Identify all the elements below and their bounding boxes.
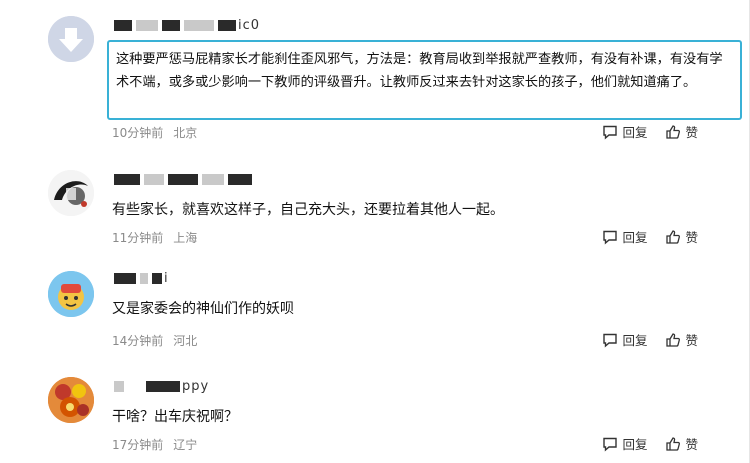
comment-location: 北京 <box>173 126 198 140</box>
comment-text: 有些家长，就喜欢这样子，自己充大头，还要拉着其他人一起。 <box>112 202 504 218</box>
like-label: 赞 <box>685 437 698 452</box>
username-text: i <box>164 271 169 286</box>
comment-text: 又是家委会的神仙们作的妖呗 <box>112 301 294 317</box>
thumbs-up-icon <box>666 436 681 451</box>
reply-button[interactable]: 回复 <box>602 122 647 141</box>
comment-bubble-icon <box>603 125 618 140</box>
reply-label: 回复 <box>622 125 648 140</box>
username[interactable]: i <box>112 271 169 286</box>
comment-bubble-icon <box>603 333 618 348</box>
floral-avatar-icon <box>48 377 94 423</box>
comment-location: 上海 <box>173 231 198 245</box>
username[interactable]: ic0 <box>112 18 260 33</box>
comment-text: 这种要严惩马屁精家长才能刹住歪风邪气，方法是：教育局收到举报就严查教师，有没有补… <box>116 52 723 90</box>
username-text: ic0 <box>238 18 261 33</box>
like-label: 赞 <box>685 125 698 140</box>
username[interactable] <box>112 172 254 187</box>
like-button[interactable]: 赞 <box>665 330 698 349</box>
like-label: 赞 <box>685 230 698 245</box>
comment-actions: 回复 赞 <box>584 434 698 453</box>
like-button[interactable]: 赞 <box>665 122 698 141</box>
comment-time: 11分钟前 <box>112 231 164 245</box>
comment-meta: 14分钟前 河北 <box>112 332 197 349</box>
thumbs-up-icon <box>666 124 681 139</box>
default-avatar-icon <box>48 16 94 62</box>
avatar[interactable] <box>48 271 94 317</box>
reply-label: 回复 <box>622 333 648 348</box>
comment-text: 干啥？出车庆祝啊？ <box>112 409 238 425</box>
username-text: ppy <box>182 379 210 394</box>
username[interactable]: ppy <box>112 379 209 394</box>
comment-meta: 17分钟前 辽宁 <box>112 436 197 453</box>
thumbs-up-icon <box>666 332 681 347</box>
comment-actions: 回复 赞 <box>584 122 698 141</box>
comment-time: 10分钟前 <box>112 126 164 140</box>
avatar[interactable] <box>48 170 94 216</box>
reply-label: 回复 <box>622 230 648 245</box>
reply-label: 回复 <box>622 437 648 452</box>
comment-bubble-icon <box>603 437 618 452</box>
comment-actions: 回复 赞 <box>584 330 698 349</box>
reply-button[interactable]: 回复 <box>602 330 647 349</box>
cartoon-avatar-icon <box>48 271 94 317</box>
comment-location: 辽宁 <box>173 438 198 452</box>
comment-bubble-icon <box>603 230 618 245</box>
comment-meta: 10分钟前 北京 <box>112 124 197 141</box>
thumbs-up-icon <box>666 229 681 244</box>
comment-location: 河北 <box>173 334 198 348</box>
avatar[interactable] <box>48 16 94 62</box>
like-button[interactable]: 赞 <box>665 227 698 246</box>
comment-time: 14分钟前 <box>112 334 164 348</box>
highlighted-comment-text: 这种要严惩马屁精家长才能刹住歪风邪气，方法是：教育局收到举报就严查教师，有没有补… <box>107 40 742 120</box>
comment-actions: 回复 赞 <box>584 227 698 246</box>
like-label: 赞 <box>685 333 698 348</box>
ink-calligraphy-avatar-icon <box>48 170 94 216</box>
reply-button[interactable]: 回复 <box>602 227 647 246</box>
like-button[interactable]: 赞 <box>665 434 698 453</box>
comment-meta: 11分钟前 上海 <box>112 229 197 246</box>
comment-time: 17分钟前 <box>112 438 164 452</box>
reply-button[interactable]: 回复 <box>602 434 647 453</box>
avatar[interactable] <box>48 377 94 423</box>
